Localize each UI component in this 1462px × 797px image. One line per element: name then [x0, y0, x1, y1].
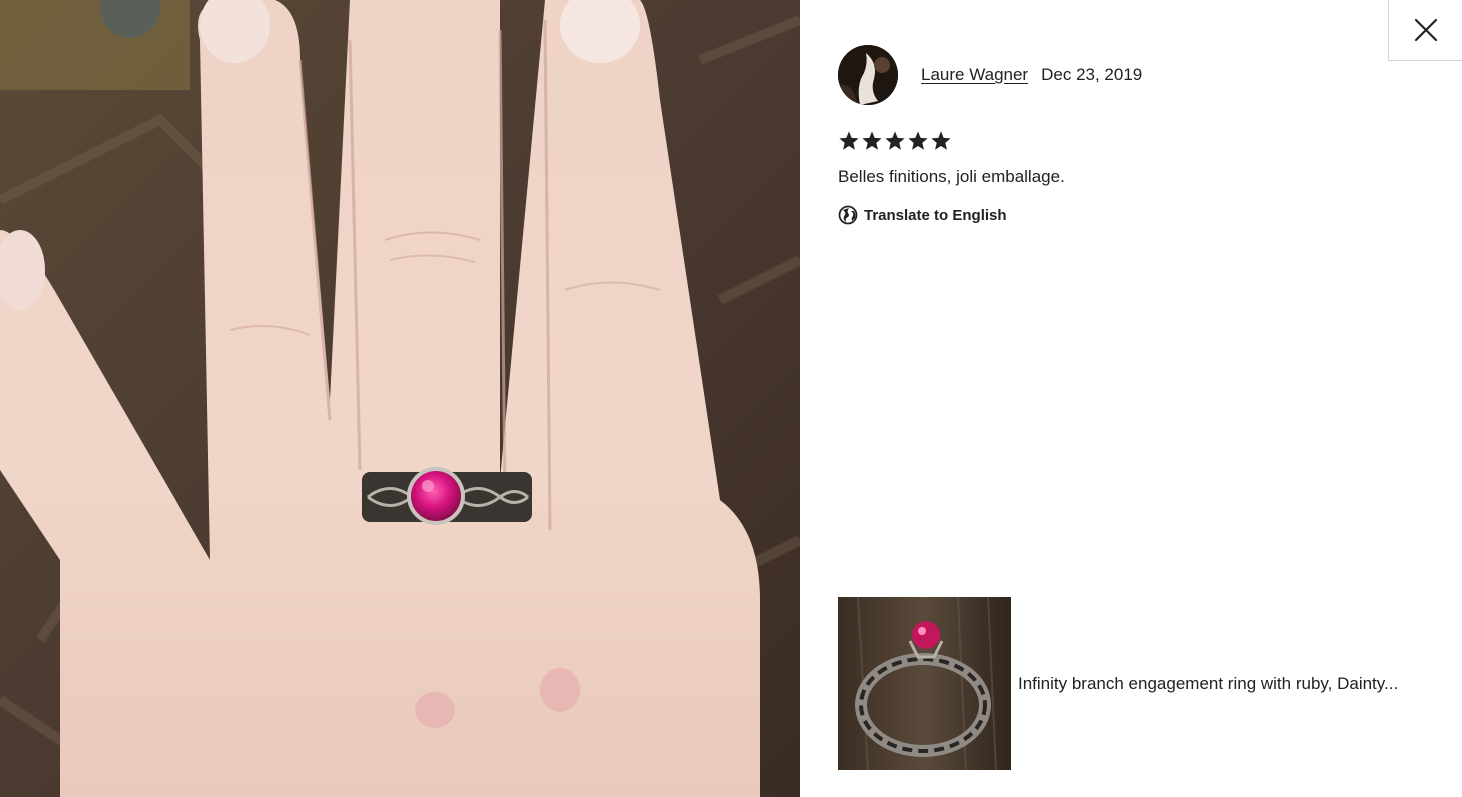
star-icon	[839, 131, 859, 150]
hand-ring-photo-image	[0, 0, 800, 797]
review-lightbox: Laure Wagner Dec 23, 2019 Belles finitio…	[0, 0, 1462, 797]
product-thumbnail	[838, 597, 1011, 770]
reviewer-row: Laure Wagner Dec 23, 2019	[838, 45, 1142, 105]
star-icon	[885, 131, 905, 150]
review-photo	[0, 0, 800, 797]
close-button[interactable]	[1388, 0, 1462, 61]
star-icon	[908, 131, 928, 150]
globe-icon	[838, 205, 858, 225]
review-panel: Laure Wagner Dec 23, 2019 Belles finitio…	[800, 0, 1462, 797]
close-icon	[1414, 18, 1437, 42]
star-icon	[862, 131, 882, 150]
avatar[interactable]	[838, 45, 898, 105]
translate-button[interactable]: Translate to English	[838, 205, 1007, 225]
review-date: Dec 23, 2019	[1041, 65, 1143, 84]
product-link[interactable]: Infinity branch engagement ring with rub…	[838, 597, 1458, 770]
translate-label: Translate to English	[864, 206, 1007, 224]
product-title: Infinity branch engagement ring with rub…	[1018, 673, 1399, 693]
star-icon	[931, 131, 951, 150]
review-text: Belles finitions, joli emballage.	[838, 167, 1065, 186]
star-rating	[838, 130, 952, 152]
reviewer-name-link[interactable]: Laure Wagner	[921, 65, 1028, 85]
